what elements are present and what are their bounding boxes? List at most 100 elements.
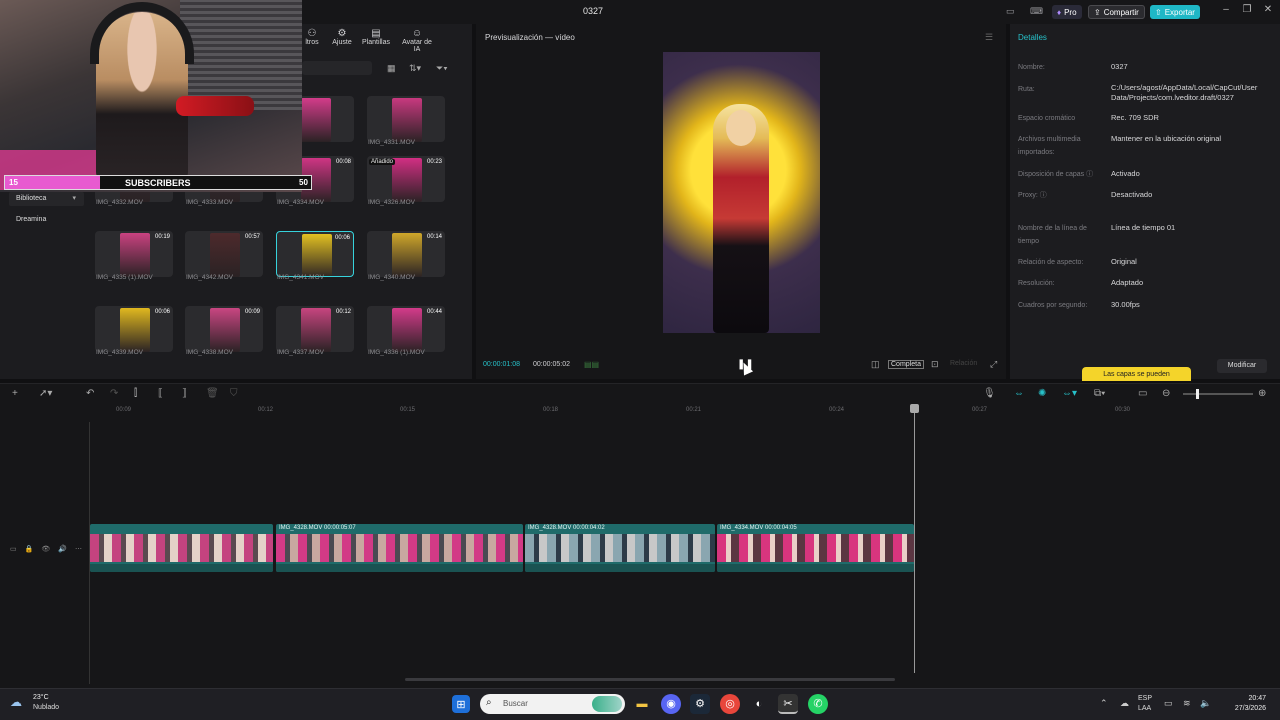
- media-thumbnail[interactable]: [367, 96, 445, 142]
- menu-icon[interactable]: ☰: [985, 32, 993, 43]
- eye-icon[interactable]: 👁: [41, 546, 58, 553]
- zoom-out-icon[interactable]: ⊖: [1162, 388, 1170, 399]
- fullscreen-icon[interactable]: ⤢: [990, 359, 997, 370]
- media-thumbnail[interactable]: 00:12: [276, 306, 354, 352]
- delete-right-icon[interactable]: ⟧: [182, 388, 187, 399]
- export-button[interactable]: ⇧ Exportar: [1150, 5, 1200, 19]
- zoom-in-icon[interactable]: ⊕: [1258, 388, 1266, 399]
- media-thumbnail[interactable]: 00:09: [185, 306, 263, 352]
- windows-start-icon[interactable]: ⊞: [452, 695, 470, 713]
- redo-icon[interactable]: ↷: [110, 388, 118, 399]
- minimize-icon[interactable]: –: [1216, 4, 1236, 20]
- select-tool-icon[interactable]: ➚▾: [39, 388, 52, 399]
- volume-icon[interactable]: 🔊: [58, 546, 75, 553]
- clock-date[interactable]: 27/3/2026: [1216, 705, 1266, 712]
- add-icon[interactable]: +: [12, 388, 18, 399]
- keyboard-icon[interactable]: ⌨: [1030, 6, 1044, 17]
- ruler-tick: 00:24: [829, 407, 845, 413]
- thumbnail-image: [392, 158, 422, 202]
- preview-video[interactable]: [663, 52, 820, 333]
- media-thumbnail[interactable]: 00:14: [367, 231, 445, 277]
- trash-icon[interactable]: 🗑: [206, 388, 219, 399]
- playhead[interactable]: [914, 405, 915, 673]
- share-button[interactable]: ⇪ Compartir: [1088, 5, 1145, 19]
- media-search-input[interactable]: [302, 61, 372, 75]
- nav-library[interactable]: Biblioteca ▾: [9, 192, 84, 206]
- layout-icon[interactable]: ▭: [1006, 6, 1020, 17]
- detail-label: Resolución:: [1018, 280, 1055, 287]
- tab-ai-avatar[interactable]: ☺ Avatar de IA: [398, 28, 436, 53]
- timeline-scrollbar[interactable]: [405, 678, 895, 681]
- media-thumbnail[interactable]: 00:06: [95, 306, 173, 352]
- ratio-button[interactable]: Relación: [950, 360, 977, 367]
- nav-dreamina[interactable]: Dreamina: [9, 213, 84, 227]
- split-icon[interactable]: ⫿: [134, 388, 137, 399]
- media-thumbnail[interactable]: 00:19: [95, 231, 173, 277]
- timeline-clip[interactable]: [90, 524, 273, 572]
- whatsapp-icon[interactable]: ✆: [808, 694, 828, 714]
- media-name: IMG_4341.MOV: [277, 274, 324, 281]
- fit-button[interactable]: Completa: [888, 360, 924, 369]
- snapshot-icon[interactable]: ⊡: [931, 359, 939, 370]
- safe-area-icon[interactable]: ◫: [871, 359, 880, 370]
- playhead-handle[interactable]: [910, 404, 919, 413]
- keyboard-layout[interactable]: LAA: [1138, 705, 1151, 712]
- close-icon[interactable]: ✕: [1258, 4, 1278, 20]
- sort-icon[interactable]: ⇅▾: [409, 63, 421, 74]
- lock-icon[interactable]: 🔒: [25, 546, 42, 553]
- media-duration: 00:23: [426, 159, 442, 165]
- thumbnail-image: [210, 308, 240, 352]
- timeline-clip[interactable]: IMG_4328.MOV 00:00:05:07: [276, 524, 523, 572]
- speaker-icon[interactable]: 🔈: [1200, 698, 1211, 709]
- detail-label: Nombre:: [1018, 64, 1045, 71]
- media-thumbnail[interactable]: 00:06: [276, 231, 354, 277]
- grid-view-icon[interactable]: ▦: [387, 63, 396, 74]
- detail-value: 30.00fps: [1111, 300, 1140, 309]
- obs-icon[interactable]: ◐: [749, 694, 769, 714]
- zoom-slider[interactable]: [1183, 393, 1253, 395]
- weather-temperature[interactable]: 23°C: [33, 694, 49, 701]
- undo-icon[interactable]: ↶: [86, 388, 94, 399]
- tab-templates[interactable]: ▤ Plantillas: [358, 28, 394, 46]
- keyboard-language[interactable]: ESP: [1138, 695, 1152, 702]
- file-explorer-icon[interactable]: ▬: [632, 694, 652, 714]
- preview-axis-icon[interactable]: ⧉▾: [1094, 388, 1105, 399]
- media-duration: 00:19: [154, 234, 170, 240]
- tab-adjust[interactable]: ⚙ Ajuste: [324, 28, 360, 46]
- modify-button[interactable]: Modificar: [1217, 359, 1267, 373]
- snap-icon[interactable]: ⇔▾: [1062, 388, 1077, 399]
- more-icon[interactable]: ⋯: [75, 546, 90, 553]
- media-thumbnail[interactable]: 00:57: [185, 231, 263, 277]
- detail-value: Adaptado: [1111, 278, 1144, 287]
- media-thumbnail[interactable]: 00:44: [367, 306, 445, 352]
- shield-icon[interactable]: ⛉: [230, 388, 238, 399]
- steam-icon[interactable]: ⚙: [690, 694, 710, 714]
- wifi-icon[interactable]: ≋: [1183, 698, 1191, 709]
- media-thumbnail[interactable]: 00:23 Añadido: [367, 156, 445, 202]
- zoom-slider-handle[interactable]: [1196, 389, 1199, 399]
- microphone-record-icon[interactable]: 🎙: [983, 388, 996, 399]
- detail-label: Cuadros por segundo:: [1018, 302, 1088, 309]
- total-time: 00:00:05:02: [533, 361, 570, 368]
- cloud-icon[interactable]: ☁: [10, 695, 22, 709]
- thumbnail-image: [120, 308, 150, 352]
- pro-button[interactable]: ♦ Pro: [1052, 5, 1082, 19]
- link-icon[interactable]: ⇔: [1014, 388, 1024, 399]
- monitor-icon[interactable]: ▭: [1164, 698, 1173, 709]
- network-tray-icon[interactable]: ☁: [1120, 698, 1129, 709]
- cover-icon[interactable]: ▭: [10, 546, 25, 553]
- ruler-tick: 00:12: [258, 407, 274, 413]
- timeline-clip[interactable]: IMG_4334.MOV 00:00:04:05: [717, 524, 914, 572]
- timeline-clip[interactable]: IMG_4328.MOV 00:00:04:02: [525, 524, 715, 572]
- caption-icon[interactable]: ▭: [1138, 388, 1147, 399]
- chrome-icon[interactable]: ◎: [720, 694, 740, 714]
- delete-left-icon[interactable]: ⟦: [158, 388, 163, 399]
- filter-dropdown-icon[interactable]: ⏷▾: [436, 63, 448, 74]
- magnet-icon[interactable]: ✺: [1038, 388, 1046, 399]
- discord-icon[interactable]: ◉: [661, 694, 681, 714]
- chevron-up-icon[interactable]: ⌃: [1100, 698, 1108, 709]
- weather-description[interactable]: Nublado: [33, 704, 59, 711]
- clock-time[interactable]: 20:47: [1226, 695, 1266, 702]
- maximize-icon[interactable]: ❐: [1237, 4, 1257, 20]
- capcut-icon[interactable]: ✂: [778, 694, 798, 714]
